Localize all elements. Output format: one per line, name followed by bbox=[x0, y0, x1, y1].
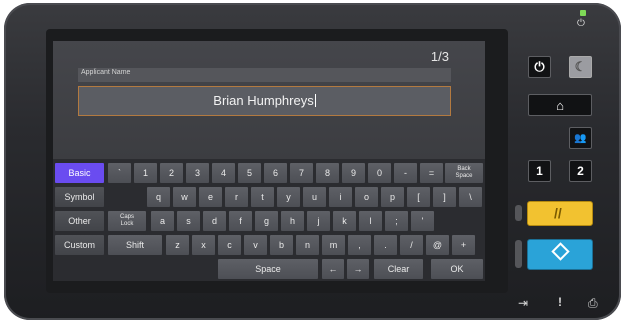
home-icon: ⌂ bbox=[556, 97, 564, 113]
right-arrow-key[interactable]: → bbox=[347, 259, 369, 279]
key-10-row3[interactable]: ' bbox=[411, 211, 434, 231]
key-11-row2[interactable]: ] bbox=[433, 187, 456, 207]
moon-icon: ☾ bbox=[574, 59, 587, 74]
ok-key[interactable]: OK bbox=[431, 259, 483, 279]
key-9-row2[interactable]: p bbox=[381, 187, 404, 207]
key-5-row4[interactable]: n bbox=[296, 235, 319, 255]
start-button[interactable] bbox=[527, 239, 593, 270]
key-6-row1[interactable]: 6 bbox=[264, 163, 287, 183]
key-6-row2[interactable]: u bbox=[303, 187, 326, 207]
key-2-button[interactable]: 2 bbox=[569, 160, 592, 182]
clear-key[interactable]: Clear bbox=[374, 259, 423, 279]
field-value: Brian Humphreys bbox=[213, 93, 314, 108]
mode-other-button[interactable]: Other bbox=[55, 211, 104, 231]
mode-custom-button[interactable]: Custom bbox=[55, 235, 104, 255]
key-8-row3[interactable]: l bbox=[359, 211, 382, 231]
key-10-row4[interactable]: @ bbox=[426, 235, 449, 255]
user-button[interactable]: 👥 bbox=[569, 127, 592, 149]
caps-lock-key[interactable]: Caps Lock bbox=[108, 211, 146, 231]
key-9-row4[interactable]: / bbox=[400, 235, 423, 255]
key-2-label: 2 bbox=[577, 164, 584, 178]
shift-key[interactable]: Shift bbox=[108, 235, 162, 255]
key-3-row4[interactable]: v bbox=[244, 235, 267, 255]
key-2-row4[interactable]: c bbox=[218, 235, 241, 255]
key-1-label: 1 bbox=[536, 164, 543, 178]
key-7-row2[interactable]: i bbox=[329, 187, 352, 207]
key-8-row2[interactable]: o bbox=[355, 187, 378, 207]
key-11-row4[interactable]: + bbox=[452, 235, 475, 255]
stop-led bbox=[515, 205, 522, 221]
key-11-row1[interactable]: - bbox=[394, 163, 417, 183]
key-7-row3[interactable]: k bbox=[333, 211, 356, 231]
key-1-row3[interactable]: s bbox=[177, 211, 200, 231]
key-2-row2[interactable]: e bbox=[199, 187, 222, 207]
key-10-row1[interactable]: 0 bbox=[368, 163, 391, 183]
key-3-row2[interactable]: r bbox=[225, 187, 248, 207]
key-1-button[interactable]: 1 bbox=[528, 160, 551, 182]
power-icon: ⏻ bbox=[534, 59, 545, 74]
key-8-row4[interactable]: . bbox=[374, 235, 397, 255]
login-icon: ⇥ bbox=[518, 296, 529, 310]
key-3-row1[interactable]: 3 bbox=[186, 163, 209, 183]
key-3-row3[interactable]: f bbox=[229, 211, 252, 231]
key-4-row4[interactable]: b bbox=[270, 235, 293, 255]
page-indicator: 1/3 bbox=[430, 49, 449, 64]
sleep-button[interactable]: ☾ bbox=[569, 56, 592, 78]
start-icon bbox=[551, 242, 570, 261]
left-arrow-key[interactable]: ← bbox=[322, 259, 344, 279]
stop-button[interactable]: // bbox=[527, 201, 593, 226]
key-8-row1[interactable]: 8 bbox=[316, 163, 339, 183]
input-area: 1/3 Applicant Name Brian Humphreys bbox=[53, 41, 485, 159]
key-4-row1[interactable]: 4 bbox=[212, 163, 235, 183]
stop-icon: // bbox=[554, 205, 562, 221]
home-button[interactable]: ⌂ bbox=[528, 94, 592, 116]
power-status-icon: ⏻ bbox=[577, 18, 585, 29]
soft-keyboard: Basic Symbol Other Custom ` 1 2 3 4 5 6 7 8 9 0- = Back S… bbox=[53, 159, 485, 281]
key-9-row1[interactable]: 9 bbox=[342, 163, 365, 183]
key-7-row4[interactable]: , bbox=[348, 235, 371, 255]
key-0-row1[interactable]: ` bbox=[108, 163, 131, 183]
alert-icon: ! bbox=[558, 295, 562, 309]
tab-blank-key bbox=[108, 187, 146, 207]
key-0-row2[interactable]: q bbox=[147, 187, 170, 207]
mode-symbol-button[interactable]: Symbol bbox=[55, 187, 104, 207]
key-12-row2[interactable]: \ bbox=[459, 187, 482, 207]
power-led bbox=[580, 10, 586, 16]
field-value-wrap: Brian Humphreys bbox=[79, 93, 450, 108]
key-0-row4[interactable]: z bbox=[166, 235, 189, 255]
start-led bbox=[515, 240, 522, 268]
key-12-row1[interactable]: = bbox=[420, 163, 443, 183]
key-4-row3[interactable]: g bbox=[255, 211, 278, 231]
applicant-name-input[interactable]: Brian Humphreys bbox=[78, 86, 451, 116]
key-10-row2[interactable]: [ bbox=[407, 187, 430, 207]
key-7-row1[interactable]: 7 bbox=[290, 163, 313, 183]
key-0-row3[interactable]: a bbox=[151, 211, 174, 231]
key-9-row3[interactable]: ; bbox=[385, 211, 408, 231]
text-cursor bbox=[314, 94, 316, 107]
key-6-row3[interactable]: j bbox=[307, 211, 330, 231]
mode-basic-button[interactable]: Basic bbox=[55, 163, 104, 183]
key-6-row4[interactable]: m bbox=[322, 235, 345, 255]
touch-screen: 1/3 Applicant Name Brian Humphreys Basic… bbox=[53, 41, 485, 281]
key-1-row1[interactable]: 1 bbox=[134, 163, 157, 183]
power-button[interactable]: ⏻ bbox=[528, 56, 551, 78]
space-key[interactable]: Space bbox=[218, 259, 318, 279]
key-4-row2[interactable]: t bbox=[251, 187, 274, 207]
key-1-row2[interactable]: w bbox=[173, 187, 196, 207]
key-1-row4[interactable]: x bbox=[192, 235, 215, 255]
key-5-row2[interactable]: y bbox=[277, 187, 300, 207]
key-5-row1[interactable]: 5 bbox=[238, 163, 261, 183]
backspace-key[interactable]: Back Space bbox=[445, 163, 483, 183]
field-label-bar: Applicant Name bbox=[78, 68, 451, 82]
users-icon: 👥 bbox=[574, 132, 587, 144]
key-2-row3[interactable]: d bbox=[203, 211, 226, 231]
fax-icon: ⎙ bbox=[588, 296, 598, 310]
field-label: Applicant Name bbox=[81, 69, 131, 76]
key-5-row3[interactable]: h bbox=[281, 211, 304, 231]
key-2-row1[interactable]: 2 bbox=[160, 163, 183, 183]
